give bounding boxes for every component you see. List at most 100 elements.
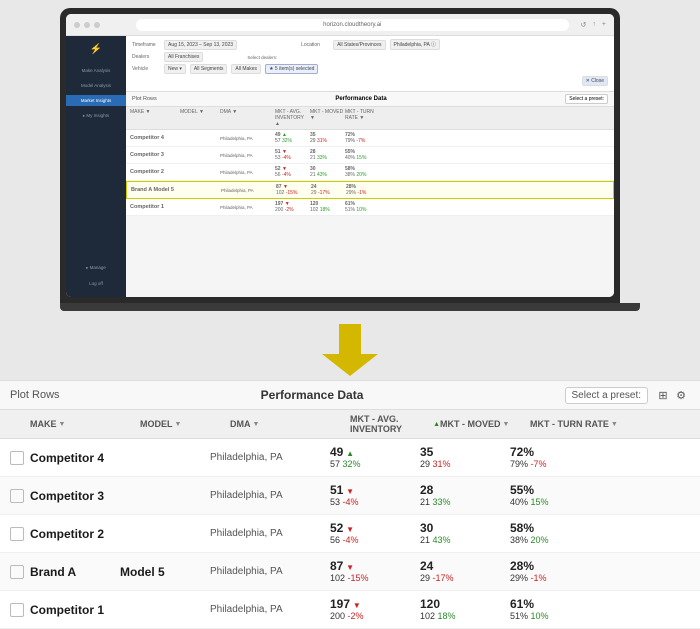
sidebar-item-manage[interactable]: ▸ Manage (66, 262, 126, 274)
col-header-make[interactable]: MAKE ▼ (30, 419, 140, 429)
arrow-stem (339, 324, 361, 354)
laptop-frame: horizon.cloudtheory.ai ↺ ↑ + ⚡ (60, 8, 620, 303)
cell-moved-competitor3: 28 21 33% (420, 483, 510, 508)
cell-turn-competitor1: 61% 51% 10% (510, 597, 690, 622)
browser-share[interactable]: ↑ (592, 21, 596, 29)
sidebar-item-model-analysis[interactable]: Model Analysis (66, 80, 126, 91)
col-header-turn[interactable]: MKT - TURN RATE ▼ (530, 419, 690, 429)
cell-dma-brand-a: Philadelphia, PA (210, 566, 330, 577)
mini-col-inv-header: MKT - AVG. INVENTORY ▲ (275, 109, 310, 127)
checkbox-competitor4[interactable] (10, 451, 24, 465)
checkbox-competitor1[interactable] (10, 603, 24, 617)
col-inv-text: MKT - AVG. INVENTORY (350, 414, 431, 434)
sort-make-icon[interactable]: ▼ (59, 421, 66, 428)
col-moved-text: MKT - MOVED (440, 419, 501, 429)
cell-moved-competitor4: 35 29 31% (420, 445, 510, 470)
cell-make-brand-a: Brand A (30, 565, 120, 579)
mini-row-competitor3[interactable]: Competitor 3 Philadelphia, PA 51 ▼53 -4%… (126, 147, 614, 164)
bottom-col-headers: MAKE ▼ MODEL ▼ DMA ▼ MKT - AVG. INVENTOR… (0, 410, 700, 439)
mini-select-preset[interactable]: Select a preset: (565, 94, 608, 104)
plot-rows-label: Plot Rows (10, 389, 60, 401)
col-model-text: MODEL (140, 419, 173, 429)
sort-model-icon[interactable]: ▼ (175, 421, 182, 428)
table-row-competitor3[interactable]: Competitor 3 Philadelphia, PA 51 53 -4% … (0, 477, 700, 515)
checkbox-brand-a[interactable] (10, 565, 24, 579)
cell-turn-competitor3: 55% 40% 15% (510, 483, 690, 508)
vehicle-selected[interactable]: ★ 5 item(s) selected (265, 64, 318, 74)
table-row-competitor1[interactable]: Competitor 1 Philadelphia, PA 197 200 -2… (0, 591, 700, 629)
select-preset-dropdown[interactable]: Select a preset: (565, 387, 648, 404)
sort-turn-icon[interactable]: ▼ (611, 421, 618, 428)
cell-moved-competitor1: 120 102 18% (420, 597, 510, 622)
cell-inv-competitor1: 197 200 -2% (330, 597, 420, 622)
cell-dma-competitor3: Philadelphia, PA (210, 490, 330, 501)
sidebar: ⚡ Make Analysis Model Analysis Market In… (66, 36, 126, 297)
laptop-screen: horizon.cloudtheory.ai ↺ ↑ + ⚡ (66, 14, 614, 297)
cell-make-competitor3: Competitor 3 (30, 489, 120, 503)
cell-make-competitor2: Competitor 2 (30, 527, 120, 541)
dealers-value[interactable]: All Franchises (164, 52, 203, 62)
arrow-section (0, 320, 700, 380)
cell-dma-competitor4: Philadelphia, PA (210, 452, 330, 463)
timeframe-value[interactable]: Aug 15, 2023 – Sep 13, 2023 (164, 40, 237, 50)
mini-table-header-bar: Plot Rows Performance Data Select a pres… (126, 92, 614, 107)
sidebar-item-make-analysis[interactable]: Make Analysis (66, 65, 126, 76)
vehicle-new[interactable]: New ▾ (164, 64, 186, 74)
col-header-model[interactable]: MODEL ▼ (140, 419, 230, 429)
cell-dma-competitor2: Philadelphia, PA (210, 528, 330, 539)
table-row-competitor2[interactable]: Competitor 2 Philadelphia, PA 52 56 -4% … (0, 515, 700, 553)
cell-inv-brand-a: 87 102 -15% (330, 559, 420, 584)
mini-col-moved-header: MKT - MOVED ▼ (310, 109, 345, 127)
sort-dma-icon[interactable]: ▼ (253, 421, 260, 428)
table-row-competitor4[interactable]: Competitor 4 Philadelphia, PA 49 57 32% … (0, 439, 700, 477)
location-value[interactable]: All States/Provinces (333, 40, 385, 50)
mini-perf-data: Performance Data (157, 96, 565, 102)
close-filter-btn[interactable]: ✕ Close (582, 76, 608, 86)
bottom-table-section: Plot Rows Performance Data Select a pres… (0, 380, 700, 629)
col-turn-text: MKT - TURN RATE (530, 419, 609, 429)
arrow-head (322, 354, 378, 376)
table-row-brand-a[interactable]: Brand A Model 5 Philadelphia, PA 87 102 … (0, 553, 700, 591)
mini-row-competitor4[interactable]: Competitor 4 Philadelphia, PA 49 ▲57 32%… (126, 130, 614, 147)
sort-moved-icon[interactable]: ▼ (503, 421, 510, 428)
col-header-inv[interactable]: MKT - AVG. INVENTORY ▲ (350, 414, 440, 434)
col-make-text: MAKE (30, 419, 57, 429)
mini-row-brand-a[interactable]: Brand A Model 5 Philadelphia, PA 87 ▼102… (126, 181, 614, 199)
browser-bar: horizon.cloudtheory.ai ↺ ↑ + (66, 14, 614, 36)
browser-reload[interactable]: ↺ (581, 21, 587, 29)
laptop-container: horizon.cloudtheory.ai ↺ ↑ + ⚡ (0, 0, 700, 320)
checkbox-competitor2[interactable] (10, 527, 24, 541)
table-icon-btn[interactable]: ⊞ (654, 386, 672, 404)
sort-inv-icon[interactable]: ▲ (433, 421, 440, 428)
sidebar-item-market-insights[interactable]: Market Insights (66, 95, 126, 106)
select-dealers: Select dealers: (247, 55, 277, 60)
laptop-base (60, 303, 640, 311)
col-header-moved[interactable]: MKT - MOVED ▼ (440, 419, 530, 429)
settings-icon-btn[interactable]: ⚙ (672, 386, 690, 404)
bottom-table-header-bar: Plot Rows Performance Data Select a pres… (0, 381, 700, 410)
cell-model-brand-a: Model 5 (120, 565, 210, 579)
cell-dma-competitor1: Philadelphia, PA (210, 604, 330, 615)
checkbox-competitor3[interactable] (10, 489, 24, 503)
vehicle-segments[interactable]: All Segments (190, 64, 227, 74)
arrow-down-shape (322, 324, 378, 376)
mini-table: MAKE ▼ MODEL ▼ DMA ▼ MKT - AVG. INVENTOR… (126, 107, 614, 297)
mini-row-competitor2[interactable]: Competitor 2 Philadelphia, PA 52 ▼56 -4%… (126, 164, 614, 181)
mini-plot-rows: Plot Rows (132, 96, 157, 102)
sidebar-item-my-insights[interactable]: ▸ My Insights (66, 110, 126, 122)
browser-dot-green (94, 22, 100, 28)
col-dma-text: DMA (230, 419, 251, 429)
mini-row-competitor1[interactable]: Competitor 1 Philadelphia, PA 197 ▼200 -… (126, 199, 614, 216)
cell-inv-competitor4: 49 57 32% (330, 445, 420, 470)
vehicle-makes[interactable]: All Makes (231, 64, 261, 74)
location-value2[interactable]: Philadelphia, PA ⓘ (390, 39, 440, 50)
location-label: Location (301, 42, 329, 48)
vehicle-label: Vehicle (132, 66, 160, 72)
mini-col-make-header: MAKE ▼ (130, 109, 180, 127)
sidebar-logo: ⚡ (90, 44, 102, 55)
cell-inv-competitor3: 51 53 -4% (330, 483, 420, 508)
sidebar-item-logoff[interactable]: Log off (66, 278, 126, 289)
mini-col-model-header: MODEL ▼ (180, 109, 220, 127)
browser-add-tab[interactable]: + (602, 21, 606, 29)
col-header-dma[interactable]: DMA ▼ (230, 419, 350, 429)
